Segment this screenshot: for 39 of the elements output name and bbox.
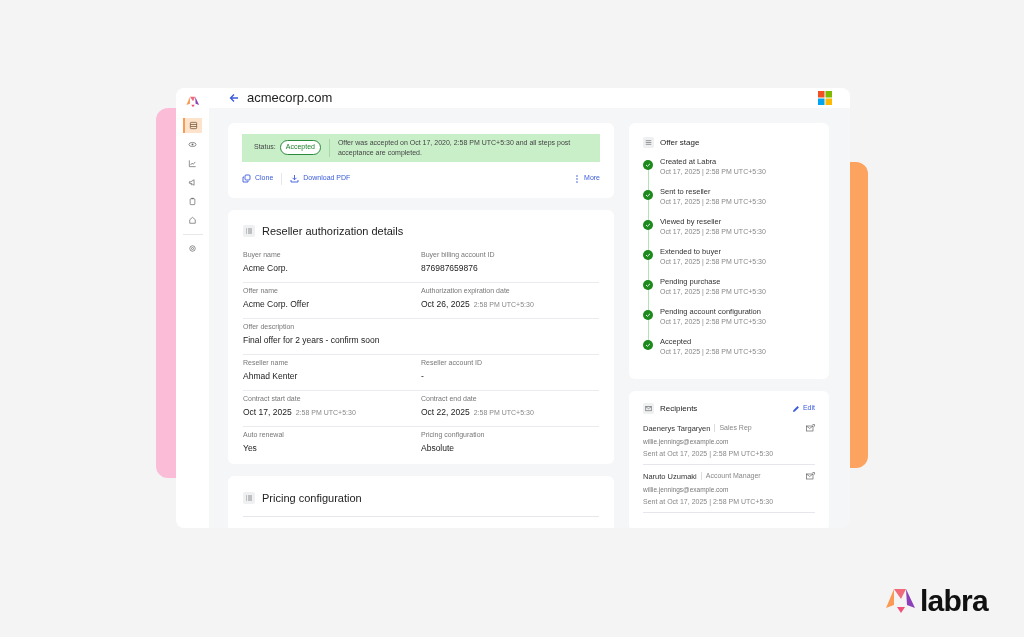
brand-wordmark: labra	[920, 586, 988, 616]
field-value: 876987659876	[421, 262, 478, 275]
field-value: Oct 22, 2025	[421, 406, 470, 419]
field-value: Final offer for 2 years - confirm soon	[243, 334, 380, 347]
page-title: acmecorp.com	[247, 89, 333, 107]
list-icon	[243, 224, 255, 237]
field-value: Absolute	[421, 442, 455, 455]
kebab-icon	[576, 174, 579, 183]
resend-mail-icon[interactable]	[806, 424, 815, 433]
database-icon	[188, 120, 199, 131]
brand-logo-icon	[885, 588, 917, 614]
field-value: -	[421, 370, 424, 383]
field-value: Acme Corp. Offer	[243, 298, 309, 311]
chart-icon	[187, 158, 198, 169]
mail-icon	[643, 403, 654, 414]
card-title: Reseller authorization details	[262, 223, 404, 239]
megaphone-icon	[187, 177, 198, 188]
pencil-icon	[791, 404, 800, 413]
copy-icon	[242, 174, 251, 183]
field-value: Yes	[243, 442, 257, 455]
card-title: Offer stage	[660, 136, 700, 149]
back-arrow-icon[interactable]	[229, 92, 239, 103]
list-icon	[243, 491, 255, 504]
card-title: Recipients	[660, 402, 698, 415]
eye-icon	[187, 139, 198, 150]
field-value: Oct 26, 2025	[421, 298, 470, 311]
windows-logo-icon	[818, 90, 832, 105]
resend-mail-icon[interactable]	[806, 472, 815, 481]
field-value: Oct 17, 2025	[243, 406, 292, 419]
download-icon	[290, 174, 300, 183]
settings-icon	[187, 243, 198, 254]
field-value: Ahmad Kenter	[243, 370, 298, 383]
sidebar-item[interactable]	[183, 118, 202, 133]
clipboard-icon	[187, 196, 198, 207]
card-title: Pricing configuration	[262, 490, 362, 506]
brand-logo-icon[interactable]	[185, 96, 200, 108]
home-icon	[187, 215, 198, 226]
field-value: Acme Corp.	[243, 262, 288, 275]
list-icon	[643, 137, 654, 148]
